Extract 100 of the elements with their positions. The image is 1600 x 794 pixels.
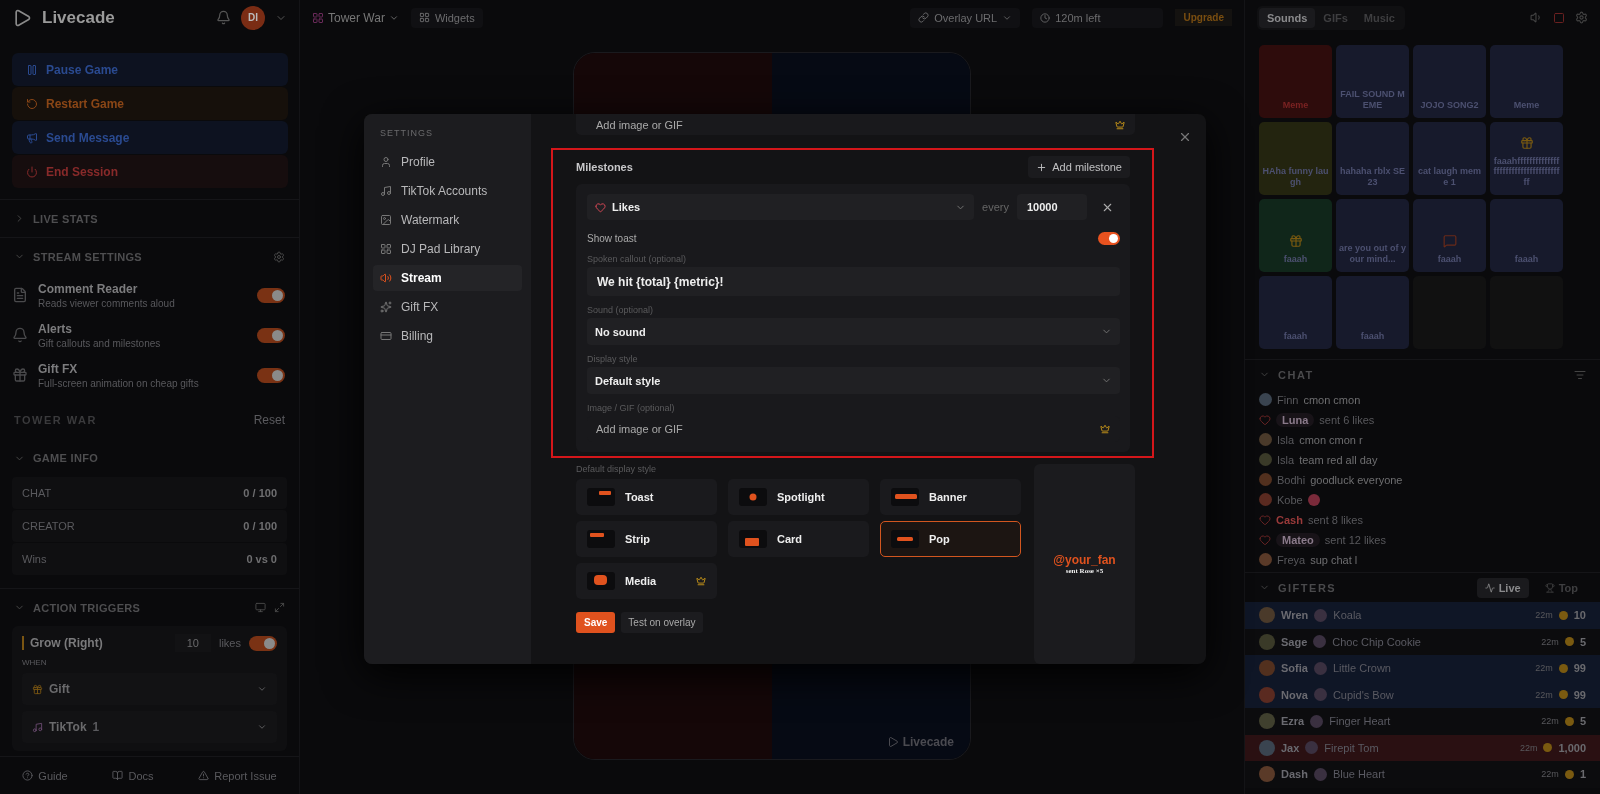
display-style-option[interactable]: Strip (576, 521, 717, 557)
widgets-button[interactable]: Widgets (410, 7, 483, 28)
sound-pad[interactable]: faaah (1259, 276, 1332, 349)
sound-pad[interactable]: are you out of your mind... (1336, 199, 1409, 272)
section-title: LIVE STATS (33, 212, 98, 225)
monitor-icon[interactable] (255, 602, 266, 613)
callout-input-field[interactable]: We hit {total} {metric}! (587, 267, 1120, 296)
display-style-option[interactable]: Banner (880, 479, 1021, 515)
settings-nav-item[interactable]: Billing (373, 323, 522, 349)
info-label: CREATOR (22, 520, 75, 532)
user-avatar (1259, 493, 1272, 506)
game-title[interactable]: Tower War (312, 10, 399, 25)
gift-name: Koala (1333, 609, 1363, 622)
pad-label: faaahffffffffffffffffffffffffffffffffffffff (1493, 155, 1560, 187)
user-avatar[interactable]: DI (241, 5, 265, 30)
gift-time: 22m (1541, 716, 1559, 727)
amount-field[interactable]: 10000 (1017, 194, 1087, 220)
filter-icon[interactable] (1574, 368, 1586, 381)
chat-message: team red all day (1299, 453, 1378, 466)
settings-nav-item[interactable]: DJ Pad Library (373, 236, 522, 262)
grid-icon (418, 12, 430, 23)
panel-tab[interactable]: Sounds (1259, 7, 1316, 28)
setting-title: Alerts (38, 321, 73, 336)
pad-label: cat laugh meme 1 (1417, 166, 1482, 187)
pad-label: faaah (1514, 253, 1539, 264)
brand-name: Livecade (42, 7, 115, 28)
toggle-switch[interactable] (257, 367, 285, 383)
info-label: Wins (22, 553, 47, 565)
notification-bell-icon[interactable] (216, 10, 231, 25)
close-icon (1178, 130, 1192, 144)
overlay-url-button[interactable]: Overlay URL (910, 7, 1021, 28)
toggle-switch[interactable] (1098, 231, 1120, 245)
sound-pad[interactable]: faaahffffffffffffffffffffffffffffffffffffff (1490, 122, 1563, 195)
like-message: sent 8 likes (1307, 513, 1363, 526)
style-thumbnail-icon (891, 488, 919, 506)
coin-amount: 1 (1579, 768, 1586, 781)
test-overlay-button[interactable]: Test on overlay (621, 612, 703, 633)
sound-pad[interactable]: faaah (1259, 199, 1332, 272)
sound-pad[interactable]: cat laugh meme 1 (1413, 122, 1486, 195)
coin-amount: 99 (1573, 662, 1586, 675)
setting-icon (12, 367, 28, 383)
select-field[interactable]: No sound (587, 318, 1120, 345)
sound-pad[interactable]: faaah (1490, 199, 1563, 272)
sound-pad[interactable]: faaah (1413, 199, 1486, 272)
display-style-option[interactable]: Toast (576, 479, 717, 515)
chat-message: cmon cmon r (1299, 433, 1363, 446)
sound-pad[interactable]: FAIL SOUND MEME (1336, 45, 1409, 118)
user-name: Cash (1276, 513, 1303, 526)
reset-link[interactable]: Reset (253, 413, 285, 427)
nav-icon (380, 185, 392, 197)
section-title: GIFTERS (1278, 581, 1337, 594)
display-style-option[interactable]: Spotlight (728, 479, 869, 515)
sound-pad[interactable]: HAha funny laugh (1259, 122, 1332, 195)
display-style-option[interactable]: Card (728, 521, 869, 557)
settings-nav-item[interactable]: TikTok Accounts (373, 178, 522, 204)
gift-time: 22m (1535, 689, 1553, 700)
setting-description: Gift callouts and milestones (38, 337, 162, 349)
metric-select[interactable]: Likes (587, 194, 975, 220)
settings-nav-item[interactable]: Watermark (373, 207, 522, 233)
settings-nav-item[interactable]: Gift FX (373, 294, 522, 320)
style-thumbnail-icon (587, 530, 615, 548)
settings-icon[interactable] (273, 250, 285, 263)
user-avatar (1259, 660, 1275, 677)
info-value: 0 vs 0 (246, 553, 277, 565)
action-button[interactable]: Pause Game (12, 53, 288, 86)
expand-icon[interactable] (274, 602, 285, 613)
settings-nav-item[interactable]: Stream (373, 265, 522, 291)
info-value: 0 / 100 (243, 487, 277, 499)
sound-pad[interactable]: faaah (1336, 276, 1409, 349)
stop-icon[interactable] (1553, 11, 1565, 24)
clock-icon (1040, 12, 1051, 23)
toggle-switch[interactable] (249, 635, 277, 651)
sound-pad[interactable]: JOJO SONG2 (1413, 45, 1486, 118)
upgrade-button[interactable]: Upgrade (1175, 9, 1232, 26)
sound-pad[interactable]: Meme (1490, 45, 1563, 118)
settings-nav-item[interactable]: Profile (373, 149, 522, 175)
sound-pad[interactable]: hahaha rblx SE23 (1336, 122, 1409, 195)
footer-link[interactable]: Guide (22, 769, 68, 782)
footer-link[interactable]: Report Issue (198, 769, 277, 782)
volume-icon[interactable] (1530, 11, 1543, 24)
settings-icon[interactable] (1575, 11, 1588, 24)
toggle-switch[interactable] (257, 327, 285, 343)
display-style-option[interactable]: Pop (880, 521, 1021, 557)
toggle-switch[interactable] (257, 287, 285, 303)
logo-icon (886, 736, 899, 748)
action-button[interactable]: End Session (12, 155, 288, 188)
music-note-icon (32, 721, 43, 733)
action-button[interactable]: Restart Game (12, 87, 288, 120)
footer-link[interactable]: Docs (112, 769, 154, 782)
add-milestone-button[interactable]: Add milestone (1028, 156, 1130, 178)
action-button[interactable]: Send Message (12, 121, 288, 154)
nav-icon (380, 214, 392, 226)
select-field[interactable]: Default style (587, 367, 1120, 394)
coin-amount: 99 (1573, 688, 1586, 701)
save-button[interactable]: Save (576, 612, 616, 633)
close-button[interactable] (1178, 130, 1192, 144)
image-upload-field[interactable]: Add image or GIF (576, 114, 1135, 135)
display-style-option[interactable]: Media (576, 563, 717, 599)
gifters-tab[interactable]: Live (1476, 577, 1529, 598)
user-name: Finn (1277, 393, 1299, 406)
